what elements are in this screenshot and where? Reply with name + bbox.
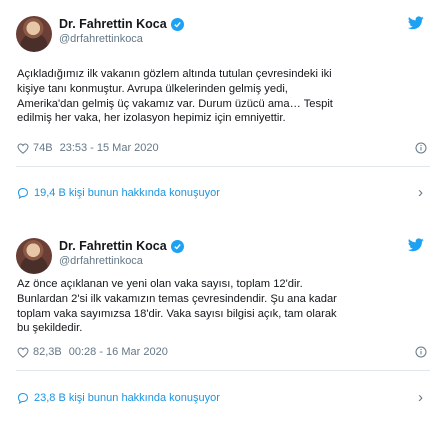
- divider: [16, 166, 430, 167]
- heart-icon[interactable]: [17, 142, 29, 154]
- tweet-text-line: kişiye tanı konmuştur. Avrupa ülkelerind…: [17, 82, 288, 95]
- conversation-text[interactable]: 19,4 B kişi bunun hakkında konuşuyor: [34, 187, 220, 199]
- tweet-text-line: Amerika'dan gelmiş üç vakamız var. Durum…: [17, 97, 333, 110]
- author-handle[interactable]: @drfahrettinkoca: [59, 33, 143, 45]
- tweet-card-2: Dr. Fahrettin Koca @drfahrettinkoca Az ö…: [0, 222, 446, 442]
- conversation-link[interactable]: 23,8 B kişi bunun hakkında konuşuyor ›: [17, 390, 427, 405]
- verified-badge-icon: [170, 17, 184, 31]
- divider: [16, 370, 430, 371]
- info-icon[interactable]: [415, 346, 427, 358]
- tweet-text-line: edilmiş her vaka, her izolasyon hepimiz …: [17, 112, 286, 125]
- info-icon[interactable]: [415, 142, 427, 154]
- tweet-embed-page: Dr. Fahrettin Koca @drfahrettinkoca Açık…: [0, 0, 446, 442]
- speech-bubble-icon: [17, 187, 29, 199]
- like-count[interactable]: 82,3B: [33, 346, 62, 358]
- tweet-text-line: Bunlardan 2'si ilk vakamızın temas çevre…: [17, 292, 337, 305]
- tweet-text-line: Açıkladığımız ilk vakanın gözlem altında…: [17, 68, 332, 80]
- author-row: Dr. Fahrettin Koca: [59, 239, 184, 253]
- chevron-right-icon[interactable]: ›: [418, 185, 423, 200]
- avatar[interactable]: [16, 238, 52, 274]
- tweet-text-line: Az önce açıklanan ve yeni olan vaka sayı…: [17, 278, 303, 290]
- tweet-card-1: Dr. Fahrettin Koca @drfahrettinkoca Açık…: [0, 0, 446, 220]
- twitter-bird-icon[interactable]: [408, 16, 424, 30]
- author-handle[interactable]: @drfahrettinkoca: [59, 255, 143, 267]
- speech-bubble-icon: [17, 392, 29, 404]
- tweet-text: Az önce açıklanan ve yeni olan vaka sayı…: [17, 277, 429, 336]
- chevron-right-icon[interactable]: ›: [418, 390, 423, 405]
- timestamp-link[interactable]: 00:28 - 16 Mar 2020: [69, 346, 168, 358]
- tweet-meta: 74B 23:53 - 15 Mar 2020: [17, 142, 427, 154]
- verified-badge-icon: [170, 239, 184, 253]
- tweet-text-line: toplam vaka sayımızsa 18'dir. Vaka sayıs…: [17, 307, 337, 320]
- tweet-text: Açıkladığımız ilk vakanın gözlem altında…: [17, 67, 429, 126]
- author-row: Dr. Fahrettin Koca: [59, 17, 184, 31]
- conversation-text[interactable]: 23,8 B kişi bunun hakkında konuşuyor: [34, 392, 220, 404]
- timestamp-link[interactable]: 23:53 - 15 Mar 2020: [60, 142, 159, 154]
- heart-icon[interactable]: [17, 346, 29, 358]
- conversation-link[interactable]: 19,4 B kişi bunun hakkında konuşuyor ›: [17, 185, 427, 200]
- author-name[interactable]: Dr. Fahrettin Koca: [59, 239, 167, 253]
- twitter-bird-icon[interactable]: [408, 238, 424, 252]
- tweet-meta: 82,3B 00:28 - 16 Mar 2020: [17, 346, 427, 358]
- author-name[interactable]: Dr. Fahrettin Koca: [59, 17, 167, 31]
- avatar[interactable]: [16, 16, 52, 52]
- like-count[interactable]: 74B: [33, 142, 53, 154]
- tweet-text-line: bu şekildedir.: [17, 322, 83, 335]
